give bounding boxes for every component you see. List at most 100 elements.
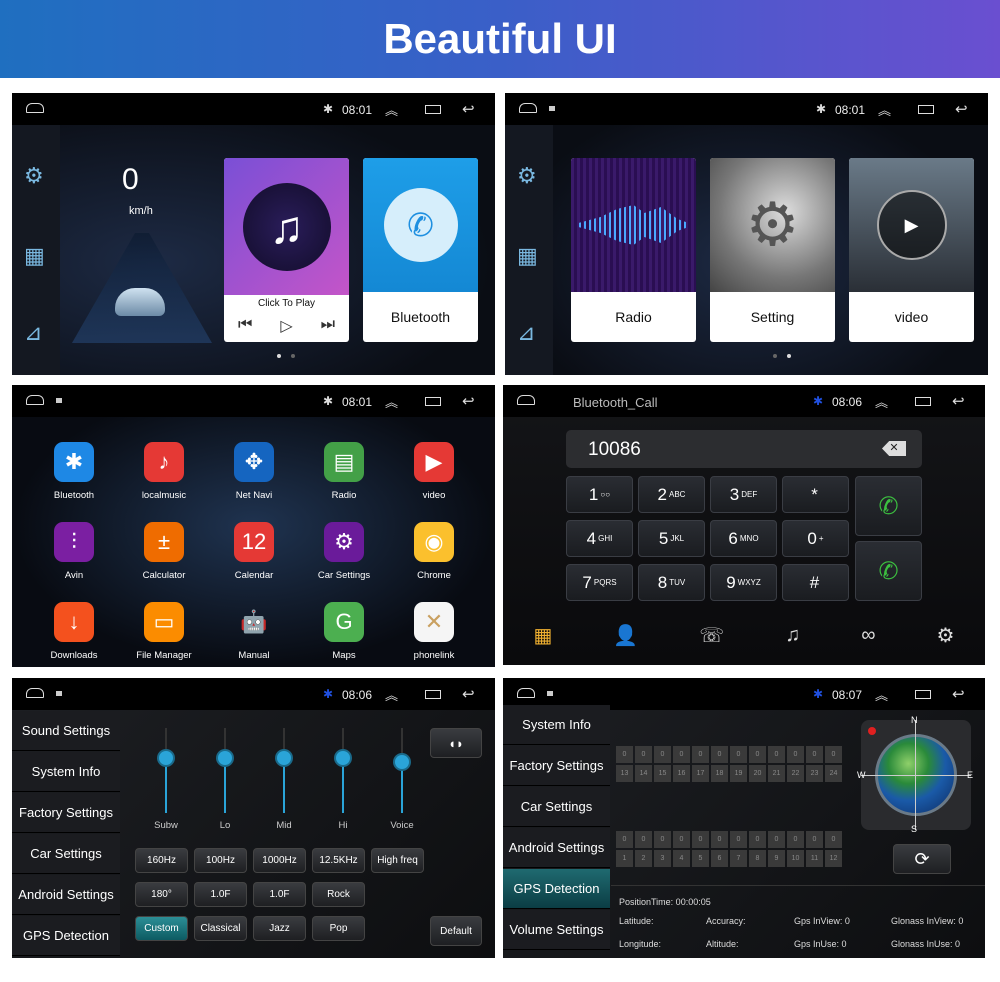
number-display[interactable]: 10086 ✕ — [566, 430, 922, 468]
dial-key-9[interactable]: 9 WXYZ — [710, 564, 777, 601]
home-icon[interactable] — [517, 688, 535, 698]
expand-up-icon[interactable]: ︽ — [875, 685, 888, 704]
music-card[interactable]: ♫ Click To Play ⏮ ▷ ⏭ — [224, 158, 349, 342]
apps-grid-icon[interactable]: ▦ — [517, 243, 538, 269]
menu-system-info[interactable]: System Info — [12, 752, 120, 792]
dial-key-hash[interactable]: # — [782, 564, 849, 601]
slider-knob[interactable] — [395, 755, 409, 769]
gear-icon[interactable]: ⚙ — [24, 163, 44, 189]
expand-up-icon[interactable]: ︽ — [385, 100, 398, 119]
home-icon[interactable] — [519, 103, 537, 113]
slider-knob[interactable] — [218, 750, 232, 765]
slider-knob[interactable] — [277, 750, 291, 765]
home-icon[interactable] — [26, 103, 44, 113]
menu-factory-settings[interactable]: Factory Settings — [503, 746, 610, 786]
app-phonelink[interactable]: ✕ phonelink — [399, 602, 469, 661]
radio-card[interactable]: Radio — [571, 158, 696, 342]
app-car-settings[interactable]: ⚙ Car Settings — [309, 522, 379, 581]
app-maps[interactable]: G Maps — [309, 602, 379, 661]
app-bluetooth[interactable]: ✱ Bluetooth — [39, 442, 109, 501]
expand-up-icon[interactable]: ︽ — [875, 392, 888, 411]
back-icon[interactable]: ↩ — [952, 685, 965, 703]
preset-button[interactable]: Classical — [194, 916, 247, 941]
dial-key-7[interactable]: 7 PQRS — [566, 564, 633, 601]
menu-gps-detection[interactable]: GPS Detection — [12, 916, 120, 956]
preset-button[interactable]: Pop — [312, 916, 365, 941]
play-icon[interactable]: ▷ — [280, 316, 292, 336]
app-avin[interactable]: ⫶ Avin — [39, 522, 109, 581]
dial-key-2[interactable]: 2 ABC — [638, 476, 705, 513]
speaker-balance-button[interactable]: ◖◗ — [430, 728, 482, 758]
dial-key-star[interactable]: * — [782, 476, 849, 513]
menu-system-info[interactable]: System Info — [503, 705, 610, 745]
dial-key-3[interactable]: 3 DEF — [710, 476, 777, 513]
mid-slider[interactable] — [277, 728, 291, 813]
dial-key-0[interactable]: 0 + — [782, 520, 849, 557]
menu-factory-settings[interactable]: Factory Settings — [12, 793, 120, 833]
back-icon[interactable]: ↩ — [462, 392, 475, 410]
menu-car-settings[interactable]: Car Settings — [12, 834, 120, 874]
recent-apps-icon[interactable] — [425, 105, 441, 114]
home-icon[interactable] — [26, 395, 44, 405]
call-button[interactable]: ✆ — [855, 476, 922, 536]
expand-up-icon[interactable]: ︽ — [385, 685, 398, 704]
freq-button[interactable]: High freq — [371, 848, 424, 873]
contacts-icon[interactable]: 👤 — [613, 623, 638, 648]
settings-icon[interactable]: ⚙ — [937, 623, 955, 648]
app-calendar[interactable]: 12 Calendar — [219, 522, 289, 581]
menu-android-settings[interactable]: Android Settings — [12, 875, 120, 915]
recent-apps-icon[interactable] — [425, 690, 441, 699]
back-icon[interactable]: ↩ — [952, 392, 965, 410]
app-downloads[interactable]: ↓ Downloads — [39, 602, 109, 661]
next-icon[interactable]: ⏭ — [321, 316, 335, 336]
app-calculator[interactable]: ± Calculator — [129, 522, 199, 581]
home-icon[interactable] — [517, 395, 535, 405]
param-button[interactable]: Rock — [312, 882, 365, 907]
home-icon[interactable] — [26, 688, 44, 698]
gear-icon[interactable]: ⚙ — [517, 163, 537, 189]
app-video[interactable]: ▶ video — [399, 442, 469, 501]
app-localmusic[interactable]: ♪ localmusic — [129, 442, 199, 501]
expand-up-icon[interactable]: ︽ — [878, 100, 891, 119]
freq-button[interactable]: 100Hz — [194, 848, 247, 873]
page-dot-2[interactable] — [291, 354, 295, 358]
music-icon[interactable]: ♫ — [785, 624, 800, 647]
dial-key-4[interactable]: 4 GHI — [566, 520, 633, 557]
default-button[interactable]: Default — [430, 916, 482, 946]
freq-button[interactable]: 1000Hz — [253, 848, 306, 873]
hi-slider[interactable] — [336, 728, 350, 813]
setting-card[interactable]: ⚙ Setting — [710, 158, 835, 342]
app-radio[interactable]: ▤ Radio — [309, 442, 379, 501]
recent-apps-icon[interactable] — [918, 105, 934, 114]
recent-apps-icon[interactable] — [425, 397, 441, 406]
hangup-button[interactable]: ✆ — [855, 541, 922, 601]
preset-button[interactable]: Jazz — [253, 916, 306, 941]
freq-button[interactable]: 160Hz — [135, 848, 188, 873]
param-button[interactable]: 1.0F — [253, 882, 306, 907]
app-chrome[interactable]: ◉ Chrome — [399, 522, 469, 581]
app-net-navi[interactable]: ✥ Net Navi — [219, 442, 289, 501]
slider-knob[interactable] — [159, 750, 173, 765]
menu-sound-settings[interactable]: Sound Settings — [12, 711, 120, 751]
param-button[interactable]: 1.0F — [194, 882, 247, 907]
slider-knob[interactable] — [336, 750, 350, 765]
menu-car-settings[interactable]: Car Settings — [503, 787, 610, 827]
link-icon[interactable]: ∞ — [861, 624, 875, 647]
page-dot-1[interactable] — [277, 354, 281, 358]
app-file-manager[interactable]: ▭ File Manager — [129, 602, 199, 661]
bluetooth-card[interactable]: ✆ Bluetooth — [363, 158, 478, 342]
refresh-button[interactable]: ⟳ — [893, 844, 951, 874]
menu-gps-detection[interactable]: GPS Detection — [503, 869, 610, 909]
page-dot-2[interactable] — [787, 354, 791, 358]
apps-grid-icon[interactable]: ▦ — [24, 243, 45, 269]
param-button[interactable]: 180° — [135, 882, 188, 907]
voice-slider[interactable] — [395, 728, 409, 813]
navigation-icon[interactable]: ⊿ — [517, 320, 535, 346]
page-dot-1[interactable] — [773, 354, 777, 358]
menu-volume-settings[interactable]: Volume Settings — [503, 910, 610, 950]
dial-key-5[interactable]: 5 JKL — [638, 520, 705, 557]
recent-apps-icon[interactable] — [915, 690, 931, 699]
video-card[interactable]: ▶ video — [849, 158, 974, 342]
expand-up-icon[interactable]: ︽ — [385, 392, 398, 411]
previous-icon[interactable]: ⏮ — [238, 316, 252, 336]
